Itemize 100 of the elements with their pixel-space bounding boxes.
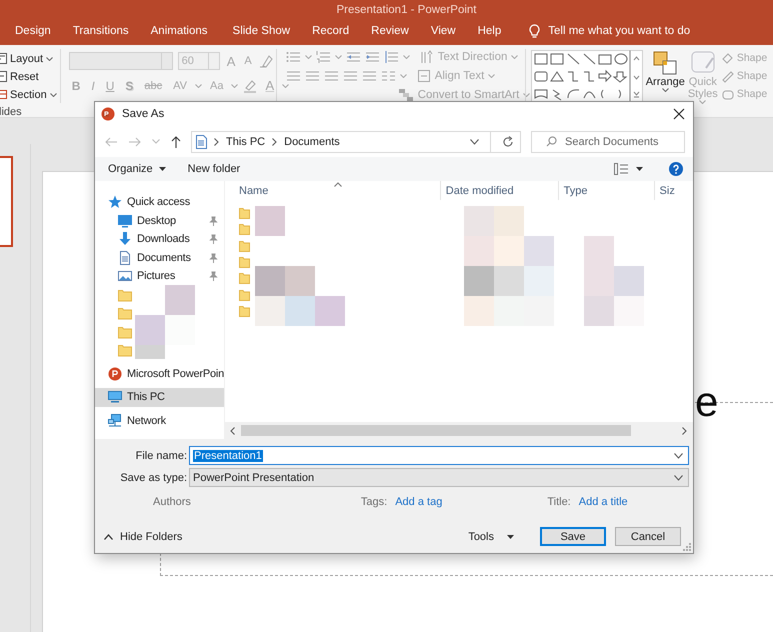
- bullets-icon: [286, 50, 301, 64]
- organize-button[interactable]: Organize: [108, 163, 166, 175]
- column-header[interactable]: Type: [558, 181, 655, 200]
- align-center-icon: [304, 69, 320, 83]
- nav-item[interactable]: Desktop: [95, 212, 224, 230]
- field-label: Tags:: [360, 496, 388, 508]
- download-icon: [118, 232, 132, 246]
- folder-icon: [118, 288, 132, 302]
- field-label: Save as type:: [119, 472, 187, 484]
- help-icon[interactable]: [669, 162, 683, 176]
- chevron-right-icon: [272, 138, 278, 146]
- refresh-icon[interactable]: [502, 136, 514, 148]
- caret-icon: [402, 55, 410, 59]
- group-label: lides: [0, 106, 23, 118]
- tools-button[interactable]: Tools: [468, 530, 514, 542]
- forward-icon[interactable]: [128, 136, 142, 148]
- file-name-field[interactable]: Presentation1: [189, 446, 689, 465]
- hide-folders-button[interactable]: Hide Folders: [104, 530, 182, 542]
- save-type-dropdown[interactable]: PowerPoint Presentation: [189, 468, 689, 487]
- folder-icon: [239, 288, 250, 301]
- align-text-icon: [416, 69, 431, 83]
- ribbon-button[interactable]: Section: [0, 86, 57, 103]
- menu-tab[interactable]: View: [430, 23, 456, 39]
- scroll-left-icon[interactable]: [230, 426, 235, 434]
- lightbulb-icon: [529, 24, 540, 38]
- nav-item[interactable]: Microsoft PowerPoin: [95, 364, 224, 383]
- caret-icon: [231, 84, 238, 88]
- slide-title-text: e: [695, 380, 718, 424]
- chevron-down-icon[interactable]: [470, 138, 479, 144]
- chevron-up-icon: [104, 534, 113, 540]
- powerpoint-icon: [101, 107, 115, 121]
- align-left-icon: [286, 69, 301, 83]
- document-icon: [118, 250, 132, 265]
- slide-thumbnail[interactable]: [0, 156, 13, 247]
- ribbon-button[interactable]: Reset: [0, 68, 39, 85]
- column-header[interactable]: Name: [225, 181, 441, 200]
- scrollbar-thumb[interactable]: [241, 425, 631, 436]
- nav-item[interactable]: Pictures: [95, 267, 224, 286]
- caret-icon: [511, 55, 518, 59]
- sort-up-icon: [334, 182, 342, 187]
- dialog-button[interactable]: Save: [540, 527, 606, 546]
- folder-icon: [118, 343, 132, 358]
- align-right-icon: [324, 69, 339, 83]
- menu-tab[interactable]: Record: [312, 23, 350, 39]
- up-icon[interactable]: [170, 134, 182, 148]
- folder-icon: [239, 304, 250, 317]
- scroll-right-icon[interactable]: [682, 426, 687, 434]
- menu-tab[interactable]: Animations: [150, 23, 208, 39]
- add-tag-link[interactable]: Add a tag: [395, 496, 442, 508]
- address-bar[interactable]: This PC Documents: [191, 130, 521, 152]
- caret-icon: [282, 84, 290, 88]
- breadcrumb-item[interactable]: This PC: [226, 136, 266, 148]
- field-label: File name:: [134, 450, 187, 462]
- shapes-gallery[interactable]: [530, 50, 643, 104]
- menu-tab[interactable]: Help: [478, 23, 502, 39]
- horizontal-scrollbar[interactable]: [225, 422, 693, 439]
- breadcrumb-item[interactable]: Documents: [284, 136, 340, 148]
- decrease-indent-icon: [346, 50, 361, 64]
- menu-tab[interactable]: Review: [371, 23, 409, 39]
- view-options-icon[interactable]: [614, 163, 628, 175]
- add-title-link[interactable]: Add a title: [578, 496, 628, 508]
- desktop-icon: [118, 214, 132, 228]
- text-direction-icon: [420, 50, 434, 64]
- columns-icon: [380, 69, 396, 83]
- folder-icon: [239, 223, 250, 236]
- nav-item[interactable]: Documents: [95, 248, 224, 267]
- search-box[interactable]: Search Documents: [531, 130, 685, 152]
- caret-icon: [46, 56, 54, 60]
- dialog-button[interactable]: Cancel: [615, 527, 681, 546]
- search-hint[interactable]: Tell me what you want to do: [548, 25, 690, 37]
- resize-grip-icon[interactable]: [683, 543, 691, 551]
- caret-icon: [662, 88, 669, 92]
- smartart-icon: [398, 88, 414, 102]
- justify-icon: [342, 69, 358, 83]
- folder-icon: [118, 306, 132, 320]
- network-icon: [108, 414, 122, 428]
- nav-item[interactable]: Network: [95, 412, 224, 430]
- arrange-button[interactable]: Arrange: [646, 50, 685, 117]
- caret-icon: [50, 92, 57, 96]
- shape-outline-icon: [720, 68, 735, 82]
- caret-icon: [523, 93, 530, 97]
- search-field[interactable]: Search Documents: [565, 132, 685, 152]
- nav-item[interactable]: Downloads: [95, 230, 224, 248]
- ribbon-button[interactable]: Layout: [0, 50, 54, 67]
- dialog-title: Save As: [122, 108, 164, 120]
- nav-item[interactable]: This PC: [95, 388, 224, 406]
- folder-icon: [239, 272, 250, 284]
- menu-tab[interactable]: Slide Show: [232, 23, 290, 39]
- menu-tab[interactable]: Transitions: [72, 23, 129, 39]
- column-header[interactable]: Siz: [654, 181, 693, 200]
- font-name-field[interactable]: [68, 52, 173, 70]
- line-spacing-icon: [384, 50, 399, 64]
- nav-item[interactable]: Quick access: [95, 193, 224, 212]
- close-icon[interactable]: [673, 108, 685, 120]
- chevron-down-icon: [674, 474, 683, 480]
- chevron-right-icon: [214, 138, 219, 146]
- column-header[interactable]: Date modified: [440, 181, 559, 200]
- menu-tab[interactable]: Design: [15, 23, 51, 39]
- new-folder-button[interactable]: New folder: [188, 163, 240, 175]
- back-icon[interactable]: [104, 136, 118, 148]
